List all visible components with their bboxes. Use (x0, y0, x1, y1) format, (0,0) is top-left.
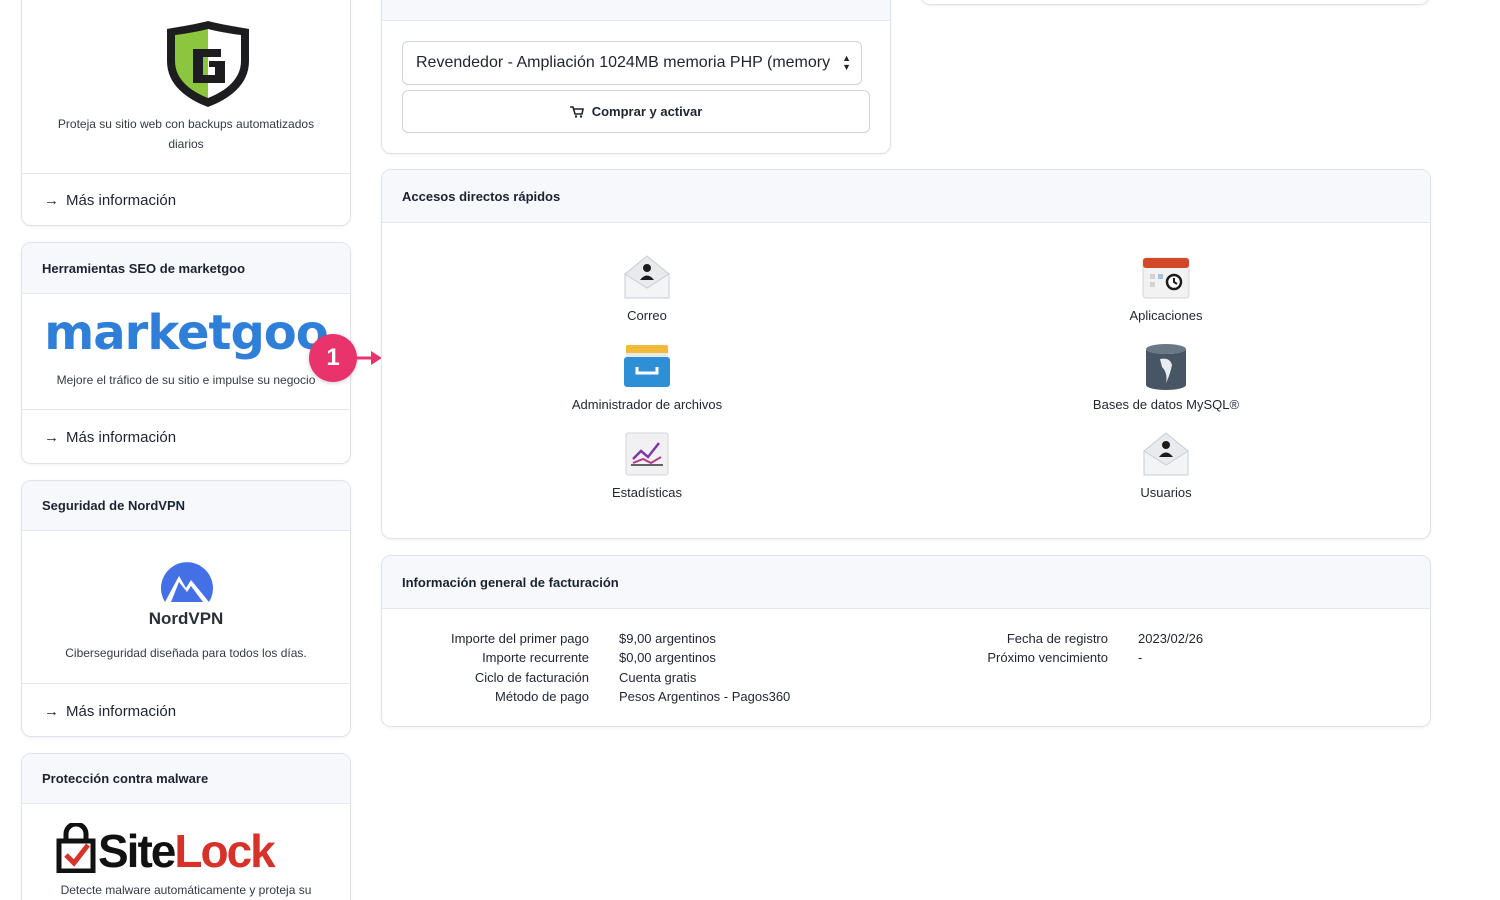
quick-access-users[interactable]: Usuarios (1056, 429, 1276, 500)
nordvpn-mountain-logo (161, 562, 213, 602)
billing-card: Información general de facturación Impor… (381, 555, 1431, 727)
marketgoo-card-title: Herramientas SEO de marketgoo (22, 243, 350, 294)
quick-access-statistics[interactable]: Estadísticas (537, 429, 757, 500)
nordvpn-logo-text: NordVPN (148, 609, 224, 628)
sitelock-description: Detecte malware automáticamente y protej… (60, 883, 312, 897)
buy-activate-button[interactable]: Comprar y activar (402, 90, 870, 133)
stats-chart-icon (625, 432, 669, 476)
billing-label: Importe recurrente (482, 650, 589, 665)
calendar-apps-icon (1142, 257, 1190, 299)
billing-label: Ciclo de facturación (474, 670, 589, 685)
upgrade-card: Revendedor - Ampliación 1024MB memoria P… (381, 0, 891, 154)
billing-value: $9,00 argentinos (619, 631, 716, 646)
nordvpn-description: Ciberseguridad diseñada para todos los d… (65, 646, 307, 660)
billing-value: - (1138, 650, 1143, 665)
arrow-right-icon: → (44, 429, 59, 446)
billing-value: $0,00 argentinos (619, 650, 716, 665)
annotation-marker: 1 (309, 334, 357, 382)
quick-access-file-manager[interactable]: Administrador de archivos (537, 341, 757, 412)
mail-icon (624, 255, 670, 299)
sitelock-card-title: Protección contra malware (22, 754, 350, 804)
marketgoo-card: Herramientas SEO de marketgoo marketgoo … (21, 242, 351, 464)
sitelock-card: Protección contra malware SiteLock Detec… (21, 753, 351, 900)
nordvpn-card-title: Seguridad de NordVPN (22, 481, 350, 531)
billing-label: Fecha de registro (1006, 631, 1108, 646)
billing-label: Próximo vencimiento (987, 650, 1108, 665)
quick-access-mail[interactable]: Correo (537, 252, 757, 323)
billing-label: Método de pago (495, 689, 589, 704)
select-arrows-icon: ▲ ▼ (842, 53, 851, 72)
quick-access-title: Accesos directos rápidos (382, 170, 1430, 223)
file-cabinet-icon (624, 345, 670, 387)
marketgoo-more-info-link[interactable]: → Más información (22, 409, 350, 463)
quick-access-card: Accesos directos rápidos Correo Aplicaci… (381, 169, 1431, 539)
billing-value: Pesos Argentinos - Pagos360 (619, 689, 791, 704)
codeguard-shield-logo (167, 21, 249, 107)
billing-title: Información general de facturación (382, 556, 1430, 609)
quick-access-mysql-databases[interactable]: Bases de datos MySQL® (1056, 341, 1276, 412)
nordvpn-card: Seguridad de NordVPN NordVPN Ciberseguri… (21, 480, 351, 737)
quick-access-applications[interactable]: Aplicaciones (1056, 252, 1276, 323)
marketgoo-logo: marketgoo (44, 305, 329, 361)
marketgoo-description: Mejore el tráfico de su sitio e impulse … (56, 373, 316, 387)
user-envelope-icon (1143, 432, 1189, 476)
backup-more-info-link[interactable]: → Más información (22, 173, 350, 225)
nordvpn-more-info-link[interactable]: → Más información (22, 683, 350, 736)
sitelock-padlock-icon (56, 823, 96, 873)
backup-card: Proteja su sitio web con backups automat… (21, 0, 351, 226)
backup-description: Proteja su sitio web con backups automat… (57, 117, 315, 151)
addon-select[interactable]: Revendedor - Ampliación 1024MB memoria P… (402, 41, 862, 85)
database-icon (1146, 344, 1186, 390)
upgrade-card-header (382, 0, 890, 21)
sitelock-logo-text: SiteLock (98, 825, 276, 877)
annotation-arrow (355, 351, 382, 365)
billing-value: Cuenta gratis (619, 670, 697, 685)
arrow-right-icon: → (44, 702, 59, 720)
billing-value: 2023/02/26 (1138, 631, 1204, 646)
cart-icon (569, 105, 584, 118)
arrow-right-icon: → (44, 192, 59, 209)
top-right-card-edge (920, 0, 1430, 5)
billing-label: Importe del primer pago (450, 631, 589, 646)
